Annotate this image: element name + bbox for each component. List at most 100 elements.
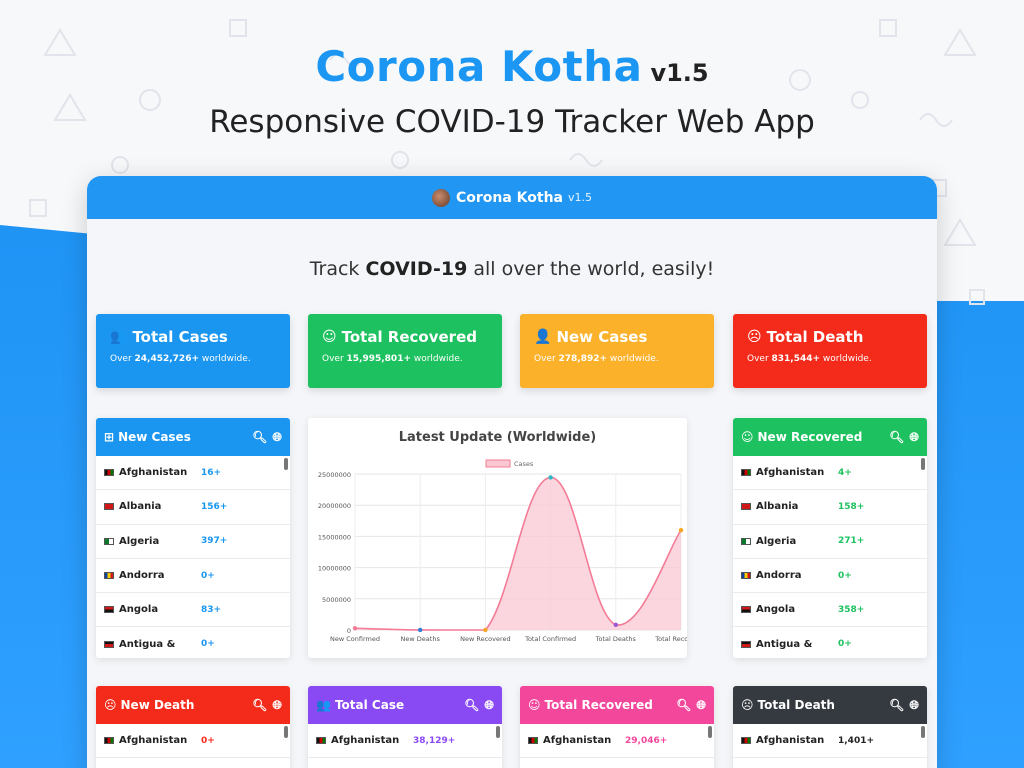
data-point bbox=[678, 527, 684, 533]
stat-card-total-recovered[interactable]: ☺ Total Recovered Over 15,995,801+ worldwi… bbox=[308, 314, 502, 388]
country-list[interactable]: Afghanistan 4+ Albania 158+ Algeria 271+ Andor… bbox=[733, 456, 927, 658]
country-list[interactable]: Afghanistan 29,046+ bbox=[520, 724, 714, 759]
x-tick-label: New Recovered bbox=[460, 635, 511, 643]
scrollbar[interactable] bbox=[496, 726, 500, 738]
stat-card-total-cases[interactable]: 👥 Total Cases Over 24,452,726+ worldwide. bbox=[96, 314, 290, 388]
list-item[interactable]: Afghanistan 16+ bbox=[96, 456, 290, 491]
stat-card-total-death[interactable]: ☹ Total Death Over 831,544+ worldwide. bbox=[733, 314, 927, 388]
country-list[interactable]: Afghanistan 0+ bbox=[96, 724, 290, 759]
list-item[interactable]: Antigua & 0+ bbox=[733, 627, 927, 658]
search-icon[interactable]: 🔍︎ bbox=[676, 698, 691, 712]
stat-card-number: 24,452,726+ bbox=[134, 354, 199, 364]
globe-icon[interactable]: 🌐︎ bbox=[272, 430, 282, 445]
list-item[interactable]: Afghanistan 38,129+ bbox=[308, 724, 502, 759]
list-item[interactable]: Albania 156+ bbox=[96, 490, 290, 525]
country-list[interactable]: Afghanistan 1,401+ bbox=[733, 724, 927, 759]
search-icon[interactable]: 🔍︎ bbox=[252, 430, 267, 444]
scrollbar[interactable] bbox=[921, 726, 925, 738]
smile-icon: ☺ bbox=[528, 698, 541, 712]
stat-card-subtitle: Over 24,452,726+ worldwide. bbox=[110, 354, 276, 364]
panel-title: New Death bbox=[120, 698, 195, 712]
country-name: Angola bbox=[756, 604, 796, 616]
latest-update-chart: Latest Update (Worldwide) 0 5000000 100000… bbox=[308, 418, 707, 658]
list-item[interactable]: Algeria 397+ bbox=[96, 525, 290, 559]
stat-card-heading: ☺ Total Recovered bbox=[322, 328, 488, 346]
tagline-pre: Track bbox=[309, 258, 366, 280]
country-name: Afghanistan bbox=[756, 467, 825, 479]
country-name: Antigua & bbox=[756, 638, 813, 650]
list-item[interactable]: Albania 158+ bbox=[733, 490, 927, 525]
list-item[interactable]: Afghanistan 1,401+ bbox=[733, 724, 927, 759]
globe-icon[interactable]: 🌐︎ bbox=[696, 698, 706, 713]
y-tick-label: 5000000 bbox=[322, 596, 351, 604]
list-item[interactable]: Afghanistan 4+ bbox=[733, 456, 927, 491]
country-value: 1,401+ bbox=[838, 735, 875, 746]
country-value: 358+ bbox=[838, 604, 865, 615]
globe-icon[interactable]: 🌐︎ bbox=[484, 698, 494, 713]
stat-card-heading: ☹ Total Death bbox=[747, 328, 913, 346]
panel-title: New Cases bbox=[118, 430, 191, 444]
users-icon: 👥 bbox=[110, 329, 128, 345]
promo-brand: Corona Kotha bbox=[315, 42, 643, 91]
list-item[interactable]: Andorra 0+ bbox=[96, 559, 290, 594]
stat-card-title: New Cases bbox=[556, 328, 648, 346]
flag-icon bbox=[104, 737, 114, 745]
globe-icon[interactable]: 🌐︎ bbox=[272, 698, 282, 713]
stat-card-post: worldwide. bbox=[607, 354, 659, 364]
country-value: 397+ bbox=[201, 536, 228, 547]
flag-icon bbox=[528, 737, 538, 745]
flag-icon bbox=[741, 469, 751, 477]
navbar-brand[interactable]: Corona Kotha bbox=[456, 190, 563, 206]
list-item[interactable]: Afghanistan 0+ bbox=[96, 724, 290, 759]
scrollbar[interactable] bbox=[921, 458, 925, 470]
data-point bbox=[548, 475, 553, 480]
country-value: 38,129+ bbox=[413, 735, 456, 746]
list-item[interactable]: Andorra 0+ bbox=[733, 559, 927, 594]
stat-card-pre: Over bbox=[110, 354, 135, 364]
stat-card-pre: Over bbox=[322, 354, 347, 364]
country-list[interactable]: Afghanistan 16+ Albania 156+ Algeria 397+ Ando… bbox=[96, 456, 290, 658]
y-tick-label: 10000000 bbox=[318, 565, 351, 573]
search-icon[interactable]: 🔍︎ bbox=[889, 430, 904, 444]
search-icon[interactable]: 🔍︎ bbox=[464, 698, 479, 712]
list-item[interactable]: Afghanistan 29,046+ bbox=[520, 724, 714, 759]
stat-card-new-cases[interactable]: 👤 New Cases Over 278,892+ worldwide. bbox=[520, 314, 714, 388]
list-item[interactable]: Angola 358+ bbox=[733, 593, 927, 628]
stat-card-subtitle: Over 831,544+ worldwide. bbox=[747, 354, 913, 364]
country-name: Afghanistan bbox=[543, 735, 612, 747]
panel-title: Total Death bbox=[757, 698, 835, 712]
stat-card-heading: 👤 New Cases bbox=[534, 328, 700, 346]
stat-card-pre: Over bbox=[747, 354, 772, 364]
country-name: Afghanistan bbox=[756, 735, 825, 747]
user-plus-icon: 👤 bbox=[534, 329, 552, 345]
data-point bbox=[418, 627, 423, 633]
country-name: Andorra bbox=[119, 570, 165, 582]
virus-logo-icon bbox=[431, 188, 450, 207]
search-icon[interactable]: 🔍︎ bbox=[252, 698, 267, 712]
flag-icon bbox=[741, 640, 751, 648]
scrollbar[interactable] bbox=[284, 726, 288, 738]
country-list[interactable]: Afghanistan 38,129+ bbox=[308, 724, 502, 759]
globe-icon[interactable]: 🌐︎ bbox=[909, 698, 919, 713]
smile-icon: ☺ bbox=[322, 329, 337, 345]
scrollbar[interactable] bbox=[708, 726, 712, 738]
stat-card-subtitle: Over 15,995,801+ worldwide. bbox=[322, 354, 488, 364]
country-value: 0+ bbox=[838, 570, 852, 581]
stat-card-number: 15,995,801+ bbox=[346, 354, 411, 364]
sad-icon: ☹ bbox=[747, 329, 762, 345]
panel-title: Total Recovered bbox=[544, 698, 653, 712]
country-name: Albania bbox=[756, 501, 799, 513]
list-item[interactable]: Algeria 271+ bbox=[733, 525, 927, 559]
stat-card-title: Total Recovered bbox=[341, 328, 477, 346]
y-tick-label: 0 bbox=[347, 627, 351, 635]
globe-icon[interactable]: 🌐︎ bbox=[909, 430, 919, 445]
list-item[interactable]: Antigua & 0+ bbox=[96, 627, 290, 658]
country-value: 0+ bbox=[201, 639, 215, 650]
flag-icon bbox=[741, 572, 751, 580]
scrollbar[interactable] bbox=[284, 458, 288, 470]
panel-new-death: ☹ New Death 🔍︎ 🌐︎ Afghanistan 0+ bbox=[96, 686, 290, 768]
search-icon[interactable]: 🔍︎ bbox=[889, 698, 904, 712]
list-item[interactable]: Angola 83+ bbox=[96, 593, 290, 628]
navbar: Corona Kotha v1.5 bbox=[87, 176, 937, 219]
country-name: Albania bbox=[119, 501, 162, 513]
